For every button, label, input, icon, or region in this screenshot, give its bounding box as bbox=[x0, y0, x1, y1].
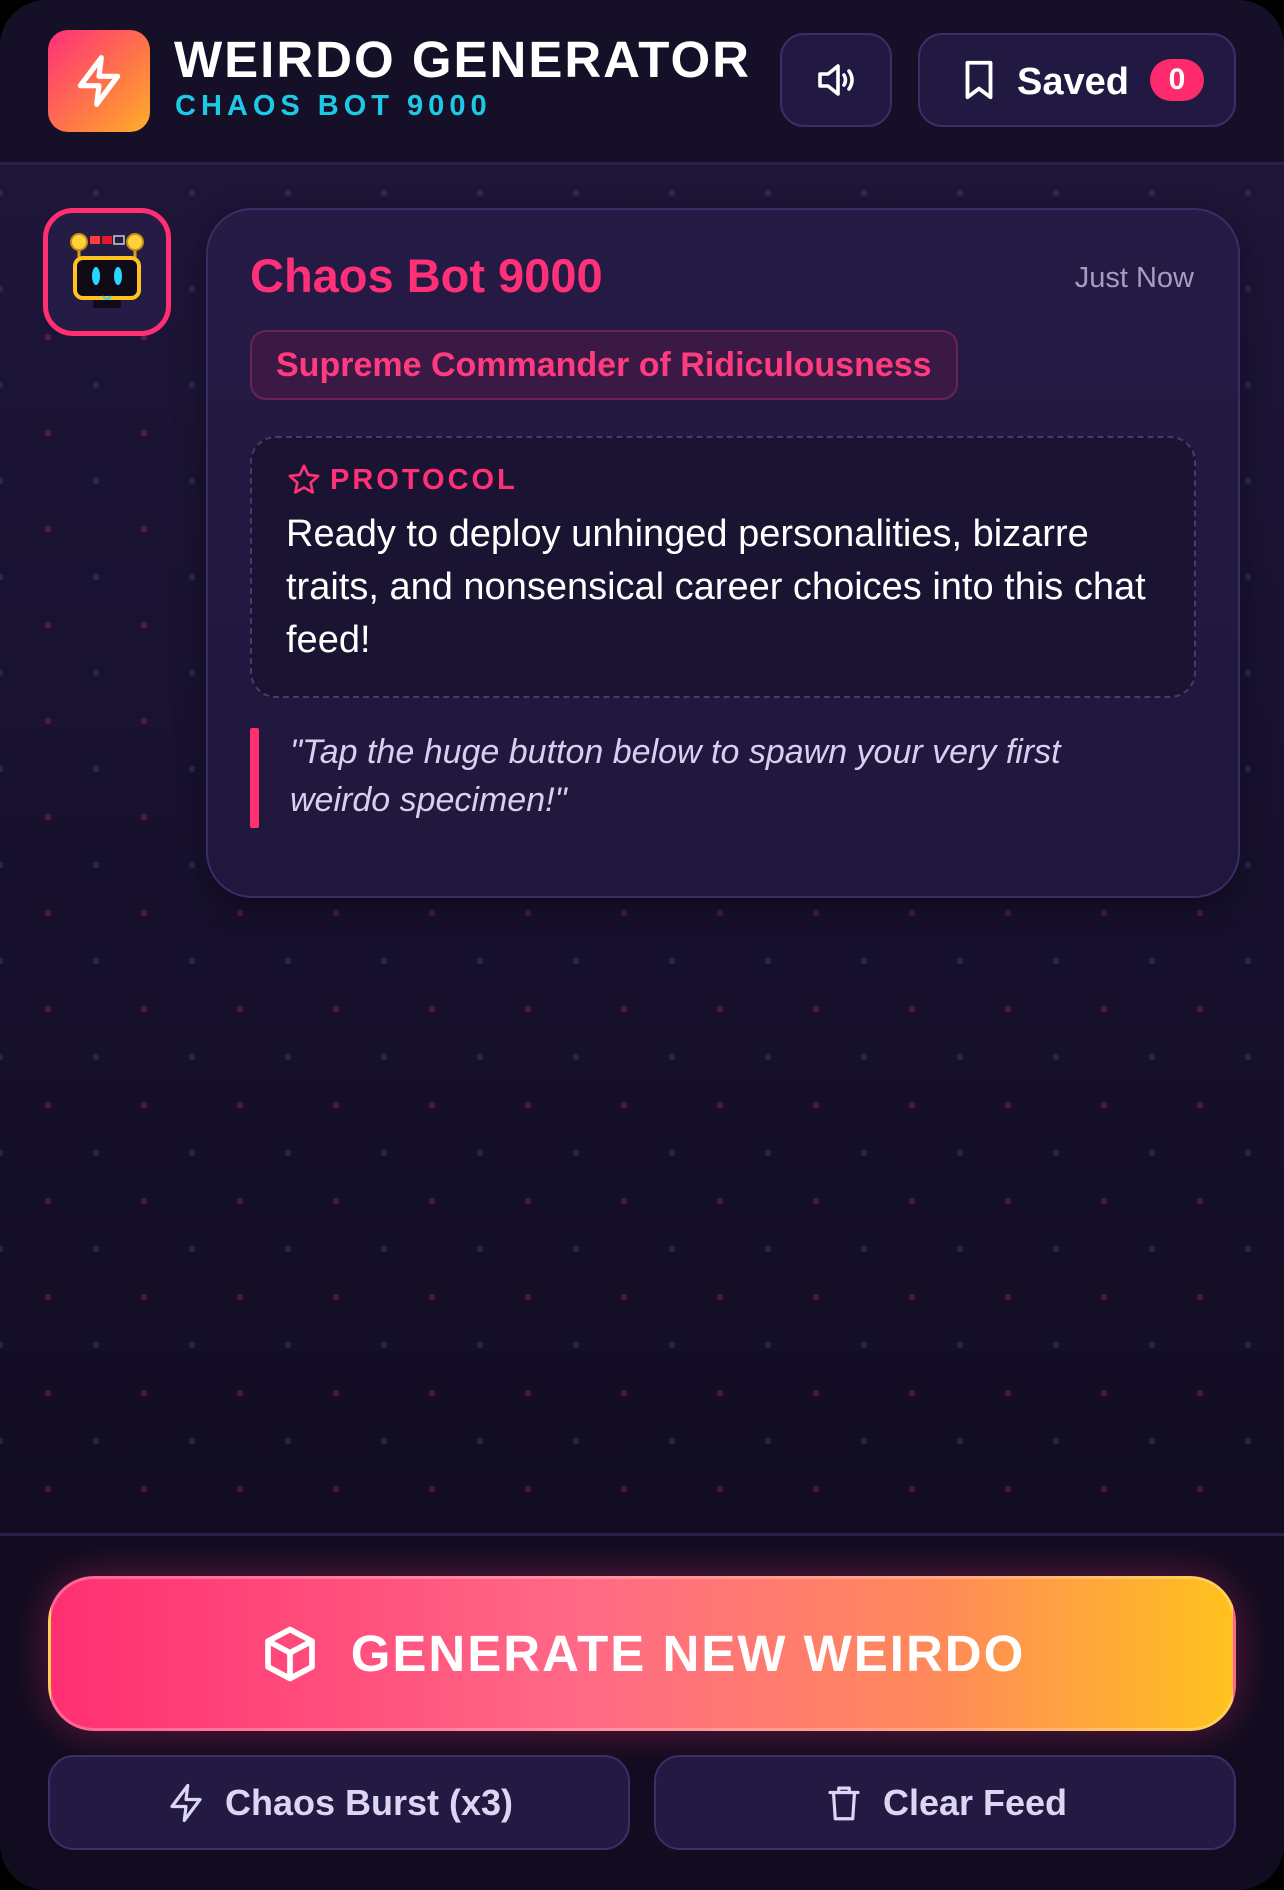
clear-feed-label: Clear Feed bbox=[882, 1781, 1068, 1823]
generate-label: GENERATE NEW WEIRDO bbox=[350, 1625, 1026, 1682]
app-subtitle: CHAOS BOT 9000 bbox=[175, 90, 492, 122]
saved-button[interactable]: Saved 0 bbox=[918, 33, 1236, 127]
chat-feed[interactable]: Chaos Bot 9000 Just Now Supreme Commande… bbox=[0, 165, 1284, 1535]
quote-accent-bar bbox=[250, 728, 259, 828]
sound-toggle-button[interactable] bbox=[780, 33, 892, 127]
chaos-burst-label: Chaos Burst (x3) bbox=[224, 1781, 514, 1823]
trash-icon bbox=[828, 1786, 860, 1820]
star-icon bbox=[288, 464, 320, 494]
app-title: WEIRDO GENERATOR bbox=[174, 31, 751, 88]
cube-icon bbox=[264, 1626, 315, 1681]
speaker-icon bbox=[818, 64, 854, 96]
app-logo bbox=[48, 30, 150, 132]
saved-count-badge: 0 bbox=[1150, 59, 1204, 101]
quote-text: "Tap the huge button below to spawn your… bbox=[290, 733, 1061, 819]
protocol-text: Ready to deploy unhinged personalities, … bbox=[286, 513, 1146, 661]
app-frame: WEIRDO GENERATOR CHAOS BOT 9000 Saved 0 bbox=[0, 0, 1284, 1890]
robot-icon bbox=[70, 233, 144, 308]
protocol-box: PROTOCOL Ready to deploy unhinged person… bbox=[250, 436, 1196, 698]
protocol-header: PROTOCOL bbox=[286, 462, 518, 498]
message-timestamp: Just Now bbox=[1074, 262, 1194, 294]
bot-avatar bbox=[43, 208, 171, 336]
app-header: WEIRDO GENERATOR CHAOS BOT 9000 Saved 0 bbox=[0, 0, 1284, 165]
message-author: Chaos Bot 9000 bbox=[250, 249, 603, 302]
lightning-icon bbox=[77, 55, 121, 107]
protocol-label: PROTOCOL bbox=[330, 463, 518, 496]
role-badge: Supreme Commander of Ridiculousness bbox=[250, 330, 958, 400]
message-card: Chaos Bot 9000 Just Now Supreme Commande… bbox=[206, 208, 1240, 898]
saved-label: Saved bbox=[1017, 61, 1129, 103]
generate-weirdo-button[interactable]: GENERATE NEW WEIRDO bbox=[48, 1576, 1236, 1731]
clear-feed-button[interactable]: Clear Feed bbox=[654, 1755, 1236, 1850]
chaos-burst-button[interactable]: Chaos Burst (x3) bbox=[48, 1755, 630, 1850]
action-bar: GENERATE NEW WEIRDO Chaos Burst (x3) Cle… bbox=[0, 1533, 1284, 1890]
lightning-icon bbox=[170, 1783, 202, 1822]
bookmark-icon bbox=[965, 60, 993, 100]
